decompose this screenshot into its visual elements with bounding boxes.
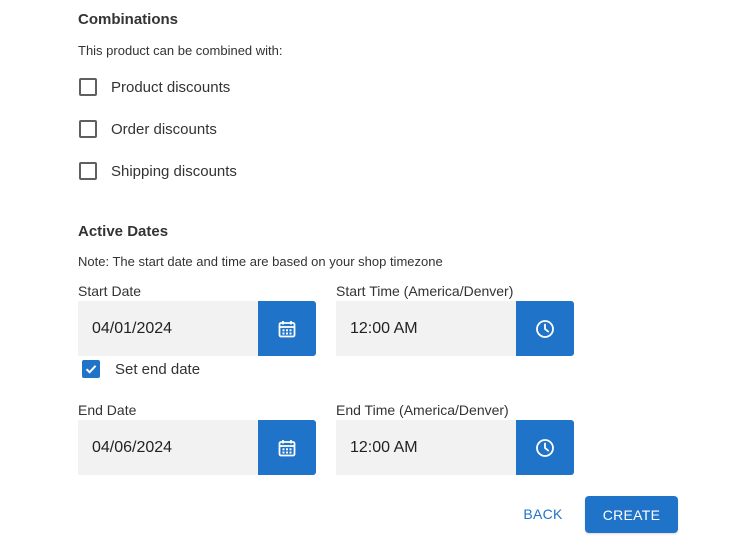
create-button[interactable]: CREATE bbox=[585, 496, 678, 533]
end-time-picker bbox=[336, 420, 574, 475]
end-date-input[interactable] bbox=[92, 438, 258, 457]
start-time-picker bbox=[336, 301, 574, 356]
start-time-clock-button[interactable] bbox=[516, 301, 574, 356]
order-discounts-checkbox[interactable] bbox=[79, 120, 97, 138]
checkmark-icon bbox=[85, 365, 97, 374]
active-dates-title: Active Dates bbox=[78, 223, 169, 240]
combinations-description: This product can be combined with: bbox=[78, 43, 283, 58]
calendar-icon bbox=[277, 438, 297, 458]
start-time-label: Start Time (America/Denver) bbox=[336, 283, 514, 299]
set-end-date-option[interactable]: Set end date bbox=[81, 357, 200, 381]
clock-icon bbox=[535, 438, 555, 458]
clock-icon bbox=[535, 319, 555, 339]
timezone-note: Note: The start date and time are based … bbox=[78, 254, 443, 269]
product-discounts-option[interactable]: Product discounts bbox=[78, 75, 230, 99]
back-button[interactable]: BACK bbox=[515, 501, 571, 527]
end-time-input[interactable] bbox=[350, 438, 516, 457]
set-end-date-label: Set end date bbox=[115, 360, 201, 378]
calendar-icon bbox=[277, 319, 297, 339]
order-discounts-option[interactable]: Order discounts bbox=[78, 117, 217, 141]
start-date-field[interactable] bbox=[78, 301, 258, 356]
set-end-date-checkbox[interactable] bbox=[82, 360, 100, 378]
end-date-field[interactable] bbox=[78, 420, 258, 475]
start-time-field[interactable] bbox=[336, 301, 516, 356]
product-discounts-label: Product discounts bbox=[111, 78, 231, 96]
start-date-label: Start Date bbox=[78, 283, 142, 299]
combinations-title: Combinations bbox=[78, 11, 178, 28]
end-time-field[interactable] bbox=[336, 420, 516, 475]
start-date-calendar-button[interactable] bbox=[258, 301, 316, 356]
end-date-picker bbox=[78, 420, 316, 475]
shipping-discounts-label: Shipping discounts bbox=[111, 162, 237, 180]
shipping-discounts-checkbox[interactable] bbox=[79, 162, 97, 180]
start-date-picker bbox=[78, 301, 316, 356]
product-discounts-checkbox[interactable] bbox=[79, 78, 97, 96]
end-time-label: End Time (America/Denver) bbox=[336, 402, 509, 418]
end-date-calendar-button[interactable] bbox=[258, 420, 316, 475]
shipping-discounts-option[interactable]: Shipping discounts bbox=[78, 159, 237, 183]
start-date-input[interactable] bbox=[92, 319, 258, 338]
start-time-input[interactable] bbox=[350, 319, 516, 338]
order-discounts-label: Order discounts bbox=[111, 120, 217, 138]
end-time-clock-button[interactable] bbox=[516, 420, 574, 475]
end-date-label: End Date bbox=[78, 402, 137, 418]
